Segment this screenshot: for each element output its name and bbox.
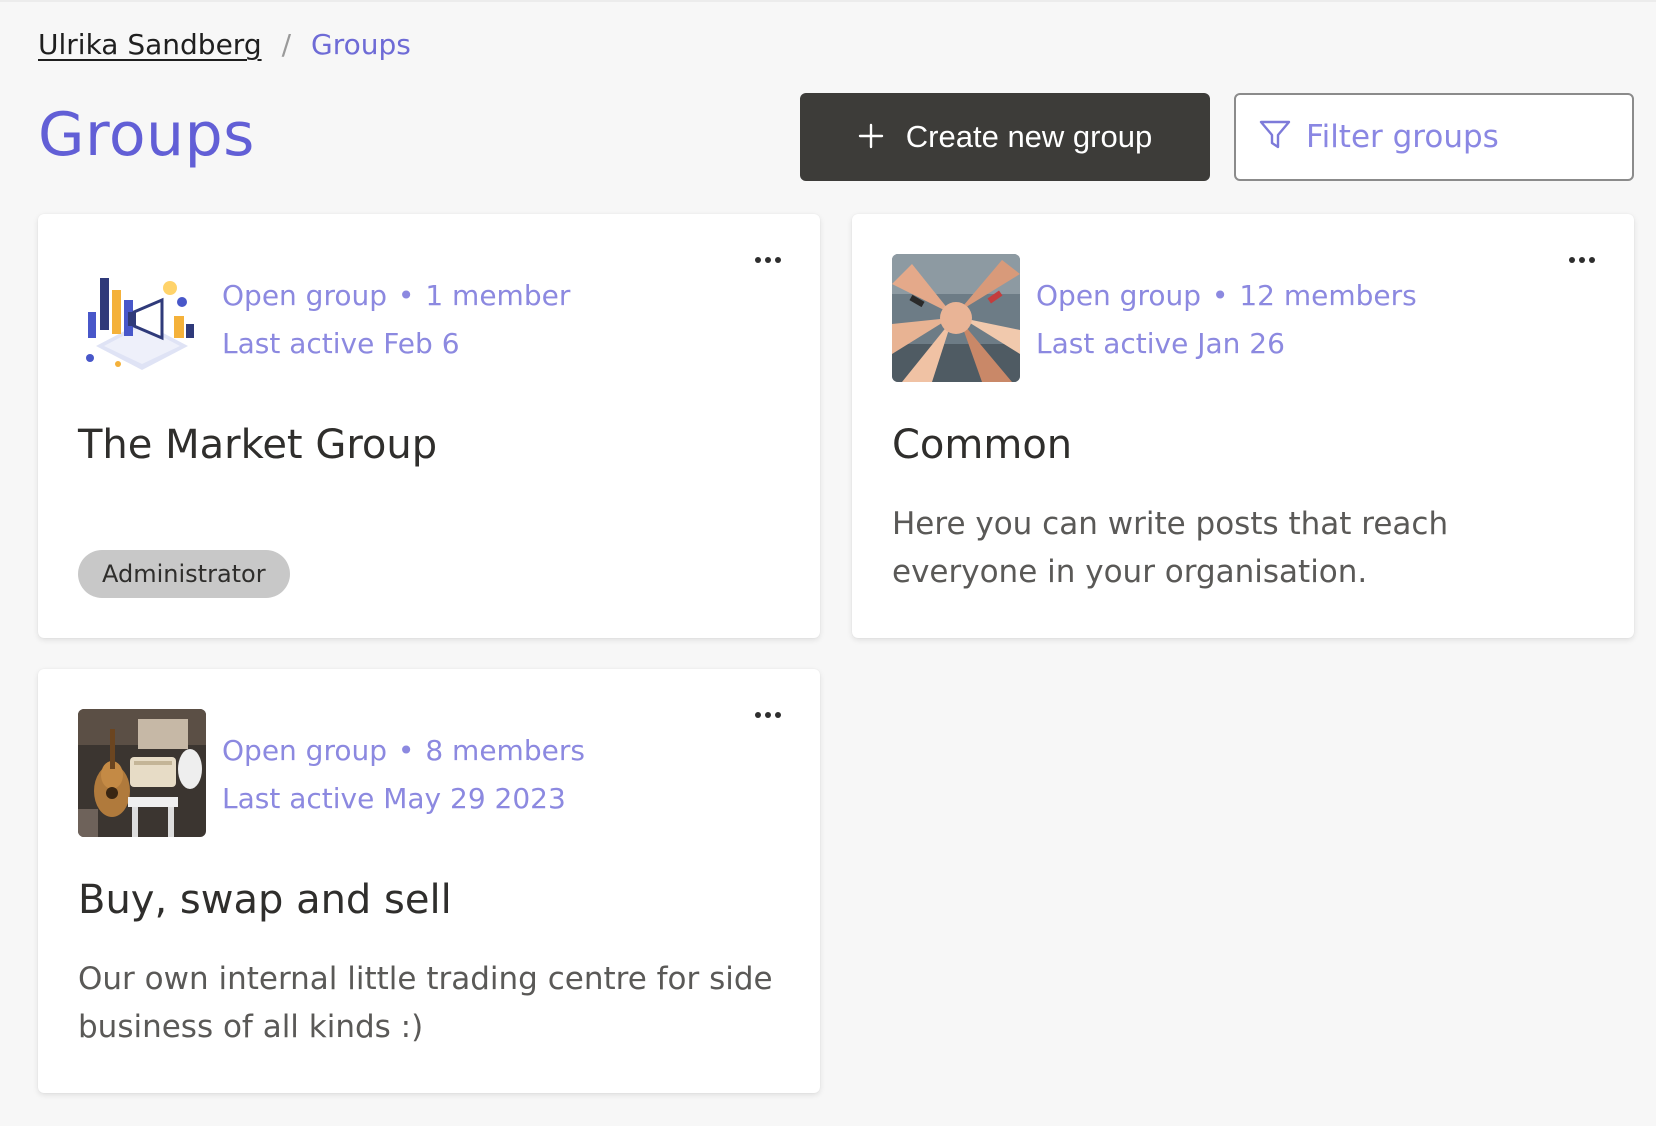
plus-icon [858,118,884,156]
group-meta-common: Open group • 12 members Last active Jan … [1036,272,1417,368]
create-group-button[interactable]: Create new group [800,93,1210,181]
group-meta-buy-swap-sell: Open group • 8 members Last active May 2… [222,727,585,823]
group-image-common [892,254,1020,382]
meta-separator: • [397,279,415,312]
group-description: Our own internal little trading centre f… [78,961,773,1045]
create-group-label: Create new group [905,119,1153,154]
group-type: Open group [1036,279,1202,312]
group-card-common[interactable]: Open group • 12 members Last active Jan … [852,214,1634,638]
group-image-market [78,254,206,382]
page-title: Groups [38,100,255,170]
group-type: Open group [222,734,388,767]
breadcrumb: Ulrika Sandberg / Groups [38,28,411,61]
filter-icon [1258,118,1292,156]
meta-separator: • [397,734,415,767]
last-active: Last active Feb 6 [222,327,460,360]
top-divider [0,0,1656,2]
group-card-buy-swap-sell[interactable]: Open group • 8 members Last active May 2… [38,669,820,1093]
role-badge: Administrator [78,550,290,598]
member-count: 12 members [1239,279,1417,312]
breadcrumb-user-link[interactable]: Ulrika Sandberg [38,28,262,61]
last-active: Last active Jan 26 [1036,327,1285,360]
filter-groups-field[interactable] [1234,93,1634,181]
group-title[interactable]: The Market Group [78,422,437,468]
member-count: 8 members [425,734,585,767]
group-title[interactable]: Common [892,422,1072,468]
group-card-market[interactable]: Open group • 1 member Last active Feb 6 … [38,214,820,638]
meta-separator: • [1211,279,1229,312]
breadcrumb-separator: / [281,28,292,61]
group-type: Open group [222,279,388,312]
filter-groups-input[interactable] [1306,119,1626,155]
more-options-icon[interactable] [1562,248,1602,272]
group-image-buy-swap-sell [78,709,206,837]
member-count: 1 member [425,279,571,312]
group-title[interactable]: Buy, swap and sell [78,877,452,923]
more-options-icon[interactable] [748,248,788,272]
breadcrumb-current: Groups [311,28,411,61]
last-active: Last active May 29 2023 [222,782,566,815]
more-options-icon[interactable] [748,703,788,727]
group-meta-market: Open group • 1 member Last active Feb 6 [222,272,570,368]
group-description: Here you can write posts that reach ever… [892,506,1449,590]
